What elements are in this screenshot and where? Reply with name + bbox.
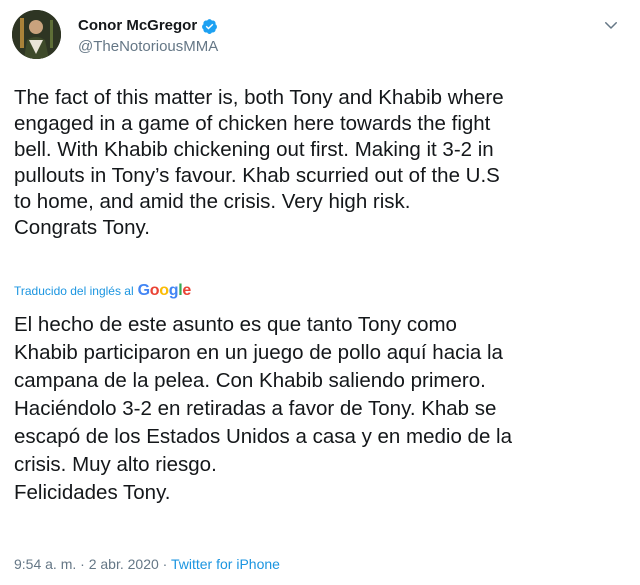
- author-display-name[interactable]: Conor McGregor: [78, 16, 197, 36]
- tweet-time[interactable]: 9:54 a. m.: [14, 556, 76, 572]
- avatar-image: [12, 10, 61, 59]
- meta-separator: ·: [76, 556, 89, 572]
- tweet-text-translated: El hecho de este asunto es que tanto Ton…: [14, 313, 512, 504]
- google-logo: Google: [137, 282, 192, 299]
- tweet-text-original: The fact of this matter is, both Tony an…: [14, 86, 504, 239]
- author-avatar[interactable]: [12, 10, 61, 59]
- chevron-down-icon[interactable]: [602, 16, 620, 34]
- tweet-date[interactable]: 2 abr. 2020: [89, 556, 159, 572]
- translated-label: Traducido del inglés al: [14, 284, 134, 298]
- author-handle[interactable]: @TheNotoriousMMA: [78, 37, 218, 57]
- verified-badge-icon: [201, 18, 218, 35]
- author-names: Conor McGregor @TheNotoriousMMA: [78, 16, 218, 57]
- meta-separator: ·: [158, 556, 171, 572]
- translation-attribution[interactable]: Traducido del inglés al Google: [14, 282, 191, 300]
- tweet-header: Conor McGregor @TheNotoriousMMA: [12, 6, 628, 59]
- tweet-card: Conor McGregor @TheNotoriousMMA The fact…: [0, 0, 640, 585]
- tweet-source-link[interactable]: Twitter for iPhone: [171, 556, 280, 572]
- tweet-meta: 9:54 a. m. · 2 abr. 2020 · Twitter for i…: [14, 555, 280, 573]
